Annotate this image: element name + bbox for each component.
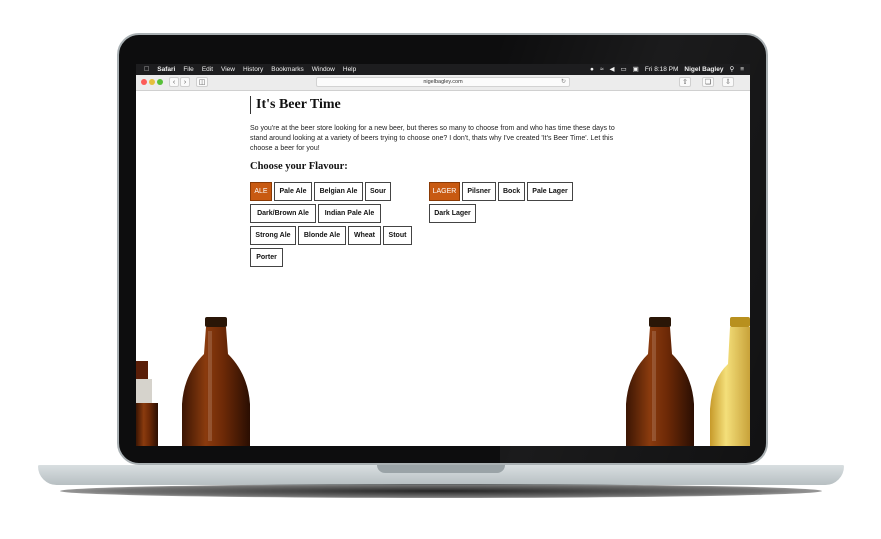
search-icon[interactable]: ⚲ (729, 64, 734, 75)
reload-icon[interactable]: ↻ (561, 78, 566, 87)
dark-brown-ale-button[interactable]: Dark/Brown Ale (250, 204, 316, 223)
status-area: ● ≈ ◀ ▭ ▣ Fri 8:18 PM Nigel Bagley ⚲ ≡ (590, 64, 744, 75)
laptop-base-shadow (60, 484, 822, 498)
forward-icon[interactable]: › (180, 77, 190, 87)
web-page: It's Beer Time So you're at the beer sto… (136, 91, 750, 446)
sidebar-icon[interactable]: ◫ (196, 77, 208, 87)
pale-lager-button[interactable]: Pale Lager (527, 182, 573, 201)
blonde-ale-button[interactable]: Blonde Ale (298, 226, 346, 245)
zoom-window-button[interactable] (157, 79, 163, 85)
page-title: It's Beer Time (250, 96, 341, 114)
belgian-ale-button[interactable]: Belgian Ale (314, 182, 363, 201)
ale-category-button[interactable]: ALE (250, 182, 272, 201)
download-icon[interactable]: ⇩ (722, 77, 734, 87)
porter-button[interactable]: Porter (250, 248, 283, 267)
wheat-button[interactable]: Wheat (348, 226, 381, 245)
bock-button[interactable]: Bock (498, 182, 525, 201)
menu-history[interactable]: History (243, 64, 263, 75)
volume-icon[interactable]: ◀ (610, 64, 615, 75)
menu-window[interactable]: Window (312, 64, 335, 75)
pale-ale-button[interactable]: Pale Ale (274, 182, 312, 201)
lager-category-button[interactable]: LAGER (429, 182, 460, 201)
beer-bottles-illustration (136, 317, 750, 446)
pilsner-button[interactable]: Pilsner (462, 182, 496, 201)
share-icon[interactable]: ⇧ (679, 77, 691, 87)
bottle-left-edge (136, 361, 158, 446)
stout-button[interactable]: Stout (383, 226, 412, 245)
clock[interactable]: Fri 8:18 PM (645, 64, 679, 75)
menu-file[interactable]: File (183, 64, 193, 75)
bottle-right-pale (710, 317, 750, 446)
browser-toolbar: ‹ › ◫ nigelbagley.com ↻ ⇧ ❏ ⇩ (136, 75, 750, 91)
wifi-icon[interactable]: ≈ (600, 64, 604, 75)
back-icon[interactable]: ‹ (169, 77, 179, 87)
bottle-left (182, 317, 250, 446)
menu-help[interactable]: Help (343, 64, 356, 75)
tabs-icon[interactable]: ❏ (702, 77, 714, 87)
dark-lager-button[interactable]: Dark Lager (429, 204, 476, 223)
menu-edit[interactable]: Edit (202, 64, 213, 75)
strong-ale-button[interactable]: Strong Ale (250, 226, 296, 245)
menu-view[interactable]: View (221, 64, 235, 75)
laptop-screen:  Safari File Edit View History Bookmark… (136, 64, 750, 446)
list-icon[interactable]: ≡ (740, 64, 744, 75)
laptop-base-notch (377, 465, 505, 473)
menu-bar:  Safari File Edit View History Bookmark… (136, 64, 750, 75)
minimize-window-button[interactable] (149, 79, 155, 85)
battery-icon[interactable]: ▭ (621, 64, 627, 75)
sour-button[interactable]: Sour (365, 182, 391, 201)
url-text: nigelbagley.com (423, 79, 463, 85)
menu-bookmarks[interactable]: Bookmarks (271, 64, 304, 75)
apple-icon[interactable]:  (144, 64, 149, 75)
intro-text: So you're at the beer store looking for … (250, 125, 615, 152)
bottle-right (626, 317, 694, 446)
address-bar[interactable]: nigelbagley.com ↻ (316, 77, 570, 87)
menu-app-name[interactable]: Safari (157, 64, 175, 75)
indian-pale-ale-button[interactable]: Indian Pale Ale (318, 204, 381, 223)
display-icon[interactable]: ▣ (633, 64, 639, 75)
flavour-heading: Choose your Flavour: (250, 161, 348, 172)
time-machine-icon[interactable]: ● (590, 64, 594, 75)
close-window-button[interactable] (141, 79, 147, 85)
user-name[interactable]: Nigel Bagley (684, 64, 723, 75)
